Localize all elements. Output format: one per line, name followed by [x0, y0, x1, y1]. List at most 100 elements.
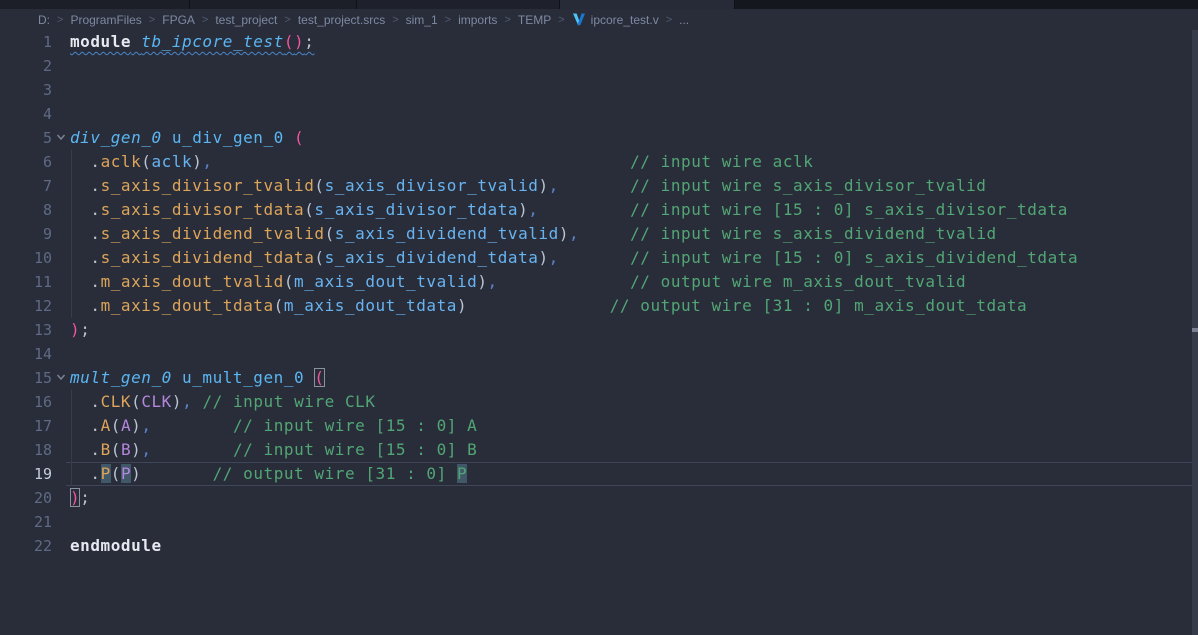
- breadcrumb-item[interactable]: imports: [458, 13, 497, 27]
- line-number: 16: [0, 390, 52, 414]
- breadcrumb-item[interactable]: D:: [38, 13, 50, 27]
- code-line-13[interactable]: 13);: [0, 318, 1192, 342]
- token: ): [70, 488, 80, 507]
- token: // input wire [15 : 0] s_axis_divisor_td…: [630, 200, 1068, 219]
- token: tb_ipcore_test: [141, 32, 284, 51]
- tab-0[interactable]: [0, 0, 190, 9]
- token: A: [121, 416, 131, 435]
- line-number: 4: [0, 102, 52, 126]
- code-line-11[interactable]: 11 .m_axis_dout_tvalid(m_axis_dout_tvali…: [0, 270, 1192, 294]
- code-line-4[interactable]: 4: [0, 102, 1192, 126]
- token: ,: [528, 200, 538, 219]
- code-line-20[interactable]: 20);: [0, 486, 1192, 510]
- code-editor[interactable]: 1module tb_ipcore_test();2345 div_gen_0 u…: [0, 30, 1192, 635]
- code-text: .A(A), // input wire [15 : 0] A: [70, 416, 477, 435]
- line-number: 7: [0, 174, 52, 198]
- code-line-16[interactable]: 16 .CLK(CLK), // input wire CLK: [0, 390, 1192, 414]
- code-line-8[interactable]: 8 .s_axis_divisor_tdata(s_axis_divisor_t…: [0, 198, 1192, 222]
- breadcrumb-item[interactable]: TEMP: [518, 13, 551, 27]
- token: .: [90, 416, 100, 435]
- breadcrumb-file[interactable]: ipcore_test.v: [572, 13, 659, 27]
- token: (: [274, 296, 284, 315]
- token: // input wire CLK: [202, 392, 375, 411]
- token: (: [314, 176, 324, 195]
- line-number: 3: [0, 78, 52, 102]
- token: .: [90, 440, 100, 459]
- token: module: [70, 32, 131, 51]
- token: [70, 176, 90, 195]
- token: [152, 416, 233, 435]
- tab-4[interactable]: [735, 0, 1198, 9]
- code-line-2[interactable]: 2: [0, 54, 1192, 78]
- breadcrumb-item[interactable]: test_project: [215, 13, 277, 27]
- token: .: [90, 152, 100, 171]
- token: (: [131, 392, 141, 411]
- token: .: [90, 224, 100, 243]
- token: ): [70, 320, 80, 339]
- breadcrumb-item[interactable]: test_project.srcs: [298, 13, 385, 27]
- line-number: 5: [0, 126, 52, 150]
- token: [498, 272, 630, 291]
- code-text: div_gen_0 u_div_gen_0 (: [70, 128, 304, 147]
- tab-active[interactable]: [560, 0, 735, 9]
- token: .: [90, 248, 100, 267]
- token: ,: [488, 272, 498, 291]
- token: ,: [569, 224, 579, 243]
- code-line-10[interactable]: 10 .s_axis_dividend_tdata(s_axis_dividen…: [0, 246, 1192, 270]
- code-line-15[interactable]: 15mult_gen_0 u_mult_gen_0 (: [0, 366, 1192, 390]
- token: ,: [141, 440, 151, 459]
- token: // input wire [15 : 0] B: [233, 440, 477, 459]
- token: ): [538, 248, 548, 267]
- code-line-3[interactable]: 3: [0, 78, 1192, 102]
- token: CLK: [141, 392, 172, 411]
- token: [192, 392, 202, 411]
- token: s_axis_divisor_tvalid: [325, 176, 539, 195]
- token: .: [90, 296, 100, 315]
- breadcrumb-item[interactable]: sim_1: [406, 13, 438, 27]
- code-line-22[interactable]: 22endmodule: [0, 534, 1192, 558]
- code-text: );: [70, 320, 90, 339]
- token: s_axis_dividend_tvalid: [101, 224, 325, 243]
- token: s_axis_divisor_tdata: [101, 200, 305, 219]
- warning-squiggle: module tb_ipcore_test();: [70, 32, 314, 51]
- breadcrumb-item[interactable]: ProgramFiles: [70, 13, 141, 27]
- tab-1[interactable]: [190, 0, 357, 9]
- token: .: [90, 272, 100, 291]
- code-line-19[interactable]: 19 .P(P) // output wire [31 : 0] P: [0, 462, 1192, 486]
- token: s_axis_divisor_tvalid: [101, 176, 315, 195]
- token: (: [304, 200, 314, 219]
- token: ,: [549, 248, 559, 267]
- scrollbar[interactable]: [1192, 30, 1198, 635]
- token: [213, 152, 631, 171]
- code-line-17[interactable]: 17 .A(A), // input wire [15 : 0] A: [0, 414, 1192, 438]
- fold-chevron-icon[interactable]: [52, 366, 70, 390]
- breadcrumb-item[interactable]: FPGA: [162, 13, 195, 27]
- token: (: [314, 368, 324, 387]
- code-line-18[interactable]: 18 .B(B), // input wire [15 : 0] B: [0, 438, 1192, 462]
- code-line-7[interactable]: 7 .s_axis_divisor_tvalid(s_axis_divisor_…: [0, 174, 1192, 198]
- line-number: 13: [0, 318, 52, 342]
- code-text: .aclk(aclk), // input wire aclk: [70, 152, 813, 171]
- code-line-21[interactable]: 21: [0, 510, 1192, 534]
- token: [172, 368, 182, 387]
- code-text: );: [70, 488, 90, 507]
- code-line-14[interactable]: 14: [0, 342, 1192, 366]
- chevron-right-icon: >: [202, 14, 208, 26]
- token: m_axis_dout_tdata: [284, 296, 457, 315]
- token: (: [284, 32, 294, 51]
- line-number: 20: [0, 486, 52, 510]
- code-text: .m_axis_dout_tvalid(m_axis_dout_tvalid),…: [70, 272, 966, 291]
- token: mult_gen_0: [70, 368, 172, 387]
- code-line-6[interactable]: 6 .aclk(aclk), // input wire aclk: [0, 150, 1192, 174]
- code-text: .s_axis_dividend_tdata(s_axis_dividend_t…: [70, 248, 1078, 267]
- fold-chevron-icon[interactable]: [52, 126, 70, 150]
- code-line-1[interactable]: 1module tb_ipcore_test();: [0, 30, 1192, 54]
- code-line-12[interactable]: 12 .m_axis_dout_tdata(m_axis_dout_tdata)…: [0, 294, 1192, 318]
- breadcrumb-symbol-trail[interactable]: ...: [679, 13, 689, 27]
- tab-2[interactable]: [357, 0, 560, 9]
- code-line-5[interactable]: 5 div_gen_0 u_div_gen_0 (: [0, 126, 1192, 150]
- token: [70, 152, 90, 171]
- token: [70, 200, 90, 219]
- token: B: [121, 440, 131, 459]
- code-line-9[interactable]: 9 .s_axis_dividend_tvalid(s_axis_dividen…: [0, 222, 1192, 246]
